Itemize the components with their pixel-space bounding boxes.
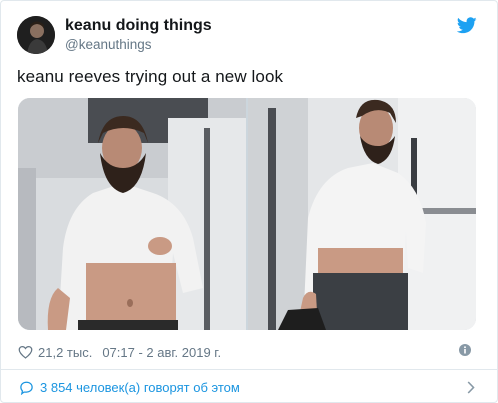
like-count[interactable]: 21,2 тыс. xyxy=(38,345,92,360)
tweet-photo-2[interactable] xyxy=(248,98,476,330)
heart-icon[interactable] xyxy=(18,345,33,359)
tweet-text: keanu reeves trying out a new look xyxy=(17,67,284,86)
tweet-meta: 21,2 тыс. 07:17 - 2 авг. 2019 г. xyxy=(18,343,221,361)
speech-bubble-icon xyxy=(20,381,33,395)
conversation-link[interactable]: 3 854 человек(а) говорят об этом xyxy=(1,370,498,403)
avatar-image xyxy=(17,16,55,54)
photo-keanu-shirt-lifted xyxy=(18,98,246,330)
photo-keanu-walking xyxy=(248,98,476,330)
tweet-timestamp[interactable]: 07:17 - 2 авг. 2019 г. xyxy=(102,345,221,360)
tweet-media xyxy=(18,98,476,330)
tweet-card: keanu doing things @keanuthings keanu re… xyxy=(0,0,498,403)
author-handle[interactable]: @keanuthings xyxy=(65,37,152,52)
chevron-right-icon xyxy=(467,381,475,394)
author-avatar[interactable] xyxy=(17,16,55,54)
info-icon[interactable] xyxy=(459,344,471,356)
tweet-photo-1[interactable] xyxy=(18,98,246,330)
twitter-bird-icon[interactable] xyxy=(457,17,477,34)
author-name[interactable]: keanu doing things xyxy=(65,17,212,35)
conversation-label: 3 854 человек(а) говорят об этом xyxy=(40,379,240,395)
